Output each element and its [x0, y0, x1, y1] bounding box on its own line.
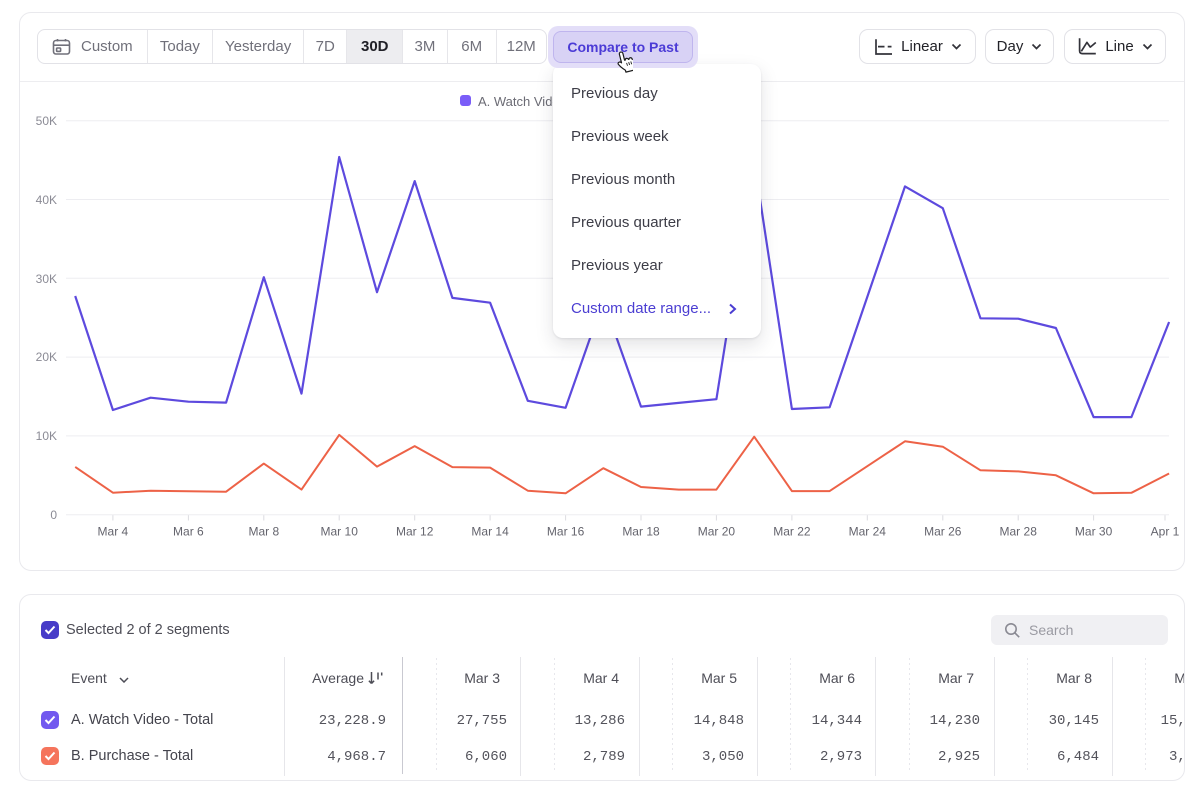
svg-text:Mar 4: Mar 4 [98, 525, 129, 539]
svg-text:50K: 50K [36, 114, 57, 128]
svg-text:Mar 26: Mar 26 [924, 525, 962, 539]
svg-text:30K: 30K [36, 272, 57, 286]
svg-text:Mar 24: Mar 24 [849, 525, 887, 539]
svg-text:Mar 10: Mar 10 [321, 525, 359, 539]
svg-text:Mar 12: Mar 12 [396, 525, 434, 539]
svg-text:Mar 14: Mar 14 [471, 525, 509, 539]
svg-text:Mar 18: Mar 18 [622, 525, 660, 539]
svg-text:Mar 30: Mar 30 [1075, 525, 1113, 539]
svg-text:0: 0 [50, 508, 57, 522]
svg-text:Mar 28: Mar 28 [1000, 525, 1038, 539]
svg-text:Mar 20: Mar 20 [698, 525, 736, 539]
svg-text:Mar 16: Mar 16 [547, 525, 585, 539]
svg-text:Mar 8: Mar 8 [248, 525, 279, 539]
svg-text:Mar 6: Mar 6 [173, 525, 204, 539]
svg-text:20K: 20K [36, 350, 57, 364]
svg-text:40K: 40K [36, 193, 57, 207]
svg-text:Apr 1: Apr 1 [1151, 525, 1180, 539]
svg-text:10K: 10K [36, 429, 57, 443]
svg-text:Mar 22: Mar 22 [773, 525, 811, 539]
